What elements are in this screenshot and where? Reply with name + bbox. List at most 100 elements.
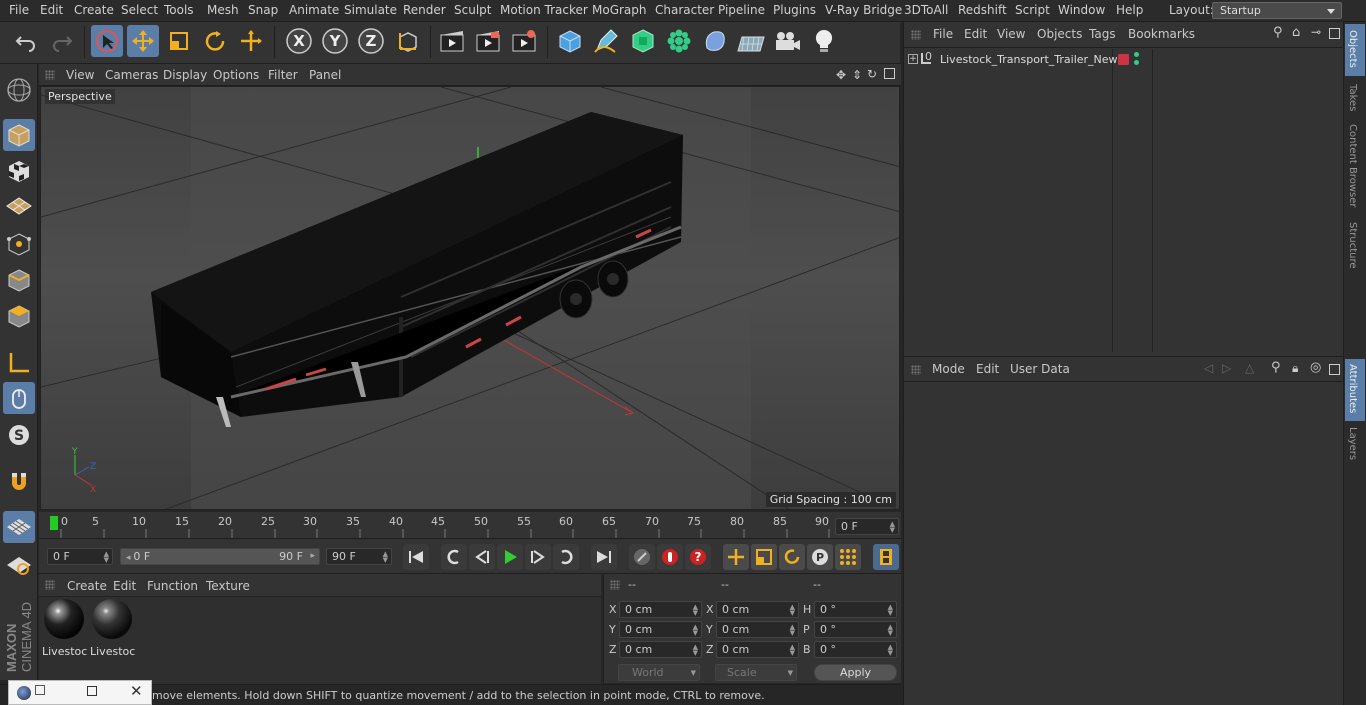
viewport-menu-view[interactable]: View: [66, 68, 94, 82]
move-icon[interactable]: [127, 25, 159, 57]
snap-magnet-icon[interactable]: [3, 466, 35, 498]
size-y-field[interactable]: 0 cm ▲ ▼: [716, 621, 799, 638]
viewport-label[interactable]: Perspective: [45, 89, 115, 104]
menu-help[interactable]: Help: [1116, 3, 1143, 17]
material-menu-edit[interactable]: Edit: [113, 579, 136, 593]
render-picture-icon[interactable]: [472, 25, 504, 57]
model-mode-icon[interactable]: [3, 119, 35, 151]
timeline-window-icon[interactable]: [873, 544, 899, 570]
start-frame-field[interactable]: 0 F ▲ ▼: [47, 548, 113, 565]
attributes-menu-user-data[interactable]: User Data: [1010, 362, 1070, 376]
menu-window[interactable]: Window: [1058, 3, 1105, 17]
motion-record-icon[interactable]: [629, 544, 655, 570]
axis-y-icon[interactable]: Y: [319, 25, 351, 57]
goto-end-icon[interactable]: [591, 544, 617, 570]
layout-select[interactable]: Startup: [1212, 2, 1342, 19]
menu-plugins[interactable]: Plugins: [773, 3, 816, 17]
attr-search-icon[interactable]: ⚲: [1271, 360, 1281, 375]
select-arrow-icon[interactable]: [91, 25, 123, 57]
rotation-p-field[interactable]: 0 ° ▲ ▼: [814, 621, 897, 638]
menu-tools[interactable]: Tools: [164, 3, 194, 17]
nav-back-icon[interactable]: ◁: [1204, 361, 1213, 375]
menu-snap[interactable]: Snap: [248, 3, 278, 17]
viewport-menu-filter[interactable]: Filter: [268, 68, 298, 82]
nav-forward-icon[interactable]: ▷: [1222, 361, 1231, 375]
menu-file[interactable]: File: [9, 3, 29, 17]
make-editable-icon[interactable]: [3, 74, 35, 106]
tab-content-browser[interactable]: Content Browser: [1347, 124, 1358, 207]
current-frame-field[interactable]: 0 F ▲ ▼: [835, 518, 899, 535]
material-menu-texture[interactable]: Texture: [206, 579, 250, 593]
viewport-rotate-icon[interactable]: ↻: [867, 67, 877, 81]
render-visibility-dot[interactable]: [1134, 60, 1139, 65]
prev-frame-icon[interactable]: [469, 544, 495, 570]
timeline-playhead[interactable]: [50, 516, 58, 530]
floor-icon[interactable]: [735, 25, 767, 57]
tab-layers[interactable]: Layers: [1347, 427, 1358, 460]
viewport-menu-cameras[interactable]: Cameras: [105, 68, 158, 82]
position-x-field[interactable]: 0 cm ▲ ▼: [619, 601, 702, 618]
undo-icon[interactable]: [10, 25, 42, 57]
menu-pipeline[interactable]: Pipeline: [718, 3, 765, 17]
tab-objects[interactable]: Objects: [1347, 30, 1358, 68]
key-position-icon[interactable]: [723, 544, 749, 570]
texture-mode-icon[interactable]: [3, 155, 35, 187]
key-pla-icon[interactable]: [835, 544, 861, 570]
menu-render[interactable]: Render: [403, 3, 446, 17]
object-name[interactable]: Livestock_Transport_Trailer_New: [940, 53, 1118, 66]
menu-animate[interactable]: Animate: [289, 3, 339, 17]
menu-select[interactable]: Select: [121, 3, 158, 17]
panel-expand-icon[interactable]: [1329, 28, 1340, 39]
target-icon[interactable]: ◎: [1310, 360, 1321, 375]
material-menu-create[interactable]: Create: [67, 579, 107, 593]
material-item[interactable]: Livestoc: [42, 599, 87, 659]
objects-menu-view[interactable]: View: [997, 27, 1025, 41]
maximize-icon[interactable]: [87, 686, 97, 696]
nav-up-icon[interactable]: △: [1245, 361, 1254, 375]
camera-icon[interactable]: [771, 25, 803, 57]
menu-script[interactable]: Script: [1015, 3, 1050, 17]
solo-icon[interactable]: S: [3, 419, 35, 451]
grid-snap-icon[interactable]: [3, 511, 35, 543]
objects-menu-objects[interactable]: Objects: [1037, 27, 1082, 41]
key-scale-icon[interactable]: [751, 544, 777, 570]
back-icon[interactable]: ⊸: [1311, 25, 1321, 39]
end-frame-field[interactable]: 90 F ▲ ▼: [326, 548, 392, 565]
next-frame-icon[interactable]: [525, 544, 551, 570]
menu-motion-tracker[interactable]: Motion Tracker: [500, 3, 588, 17]
material-item[interactable]: Livestoc: [90, 599, 135, 659]
apply-button[interactable]: Apply: [814, 664, 897, 681]
viewport-maximize-icon[interactable]: [884, 68, 895, 79]
menu-3dtoall[interactable]: 3DToAll: [904, 3, 948, 17]
material-menu-function[interactable]: Function: [147, 579, 198, 593]
edges-mode-icon[interactable]: [3, 264, 35, 296]
search-icon[interactable]: ⚲: [1273, 25, 1283, 40]
attributes-menu-edit[interactable]: Edit: [976, 362, 999, 376]
tab-structure[interactable]: Structure: [1347, 222, 1358, 269]
coord-system-select[interactable]: World ▼: [618, 664, 700, 681]
pen-icon[interactable]: [590, 25, 622, 57]
axis-x-icon[interactable]: X: [283, 25, 315, 57]
workplane-lock-icon[interactable]: [3, 549, 35, 581]
size-mode-select[interactable]: Scale ▼: [715, 664, 797, 681]
attr-expand-icon[interactable]: [1329, 364, 1340, 375]
rotation-b-field[interactable]: 0 ° ▲ ▼: [814, 641, 897, 658]
layer-color-tag[interactable]: [1118, 54, 1129, 65]
position-z-field[interactable]: 0 cm ▲ ▼: [619, 641, 702, 658]
axis-mode-icon[interactable]: [3, 347, 35, 379]
redo-icon[interactable]: [46, 25, 78, 57]
menu-redshift[interactable]: Redshift: [958, 3, 1007, 17]
deformer-icon[interactable]: [699, 25, 731, 57]
play-icon[interactable]: [497, 544, 523, 570]
subdivide-icon[interactable]: [627, 25, 659, 57]
menu-edit[interactable]: Edit: [40, 3, 63, 17]
objects-menu-bookmarks[interactable]: Bookmarks: [1128, 27, 1195, 41]
key-parameter-icon[interactable]: P: [807, 544, 833, 570]
lock-icon[interactable]: 🔒︎: [1292, 361, 1298, 376]
position-y-field[interactable]: 0 cm ▲ ▼: [619, 621, 702, 638]
axis-z-icon[interactable]: Z: [355, 25, 387, 57]
attributes-menu-mode[interactable]: Mode: [932, 362, 965, 376]
workplane-icon[interactable]: [3, 190, 35, 222]
close-icon[interactable]: ✕: [130, 682, 143, 700]
expand-icon[interactable]: +: [908, 54, 918, 64]
